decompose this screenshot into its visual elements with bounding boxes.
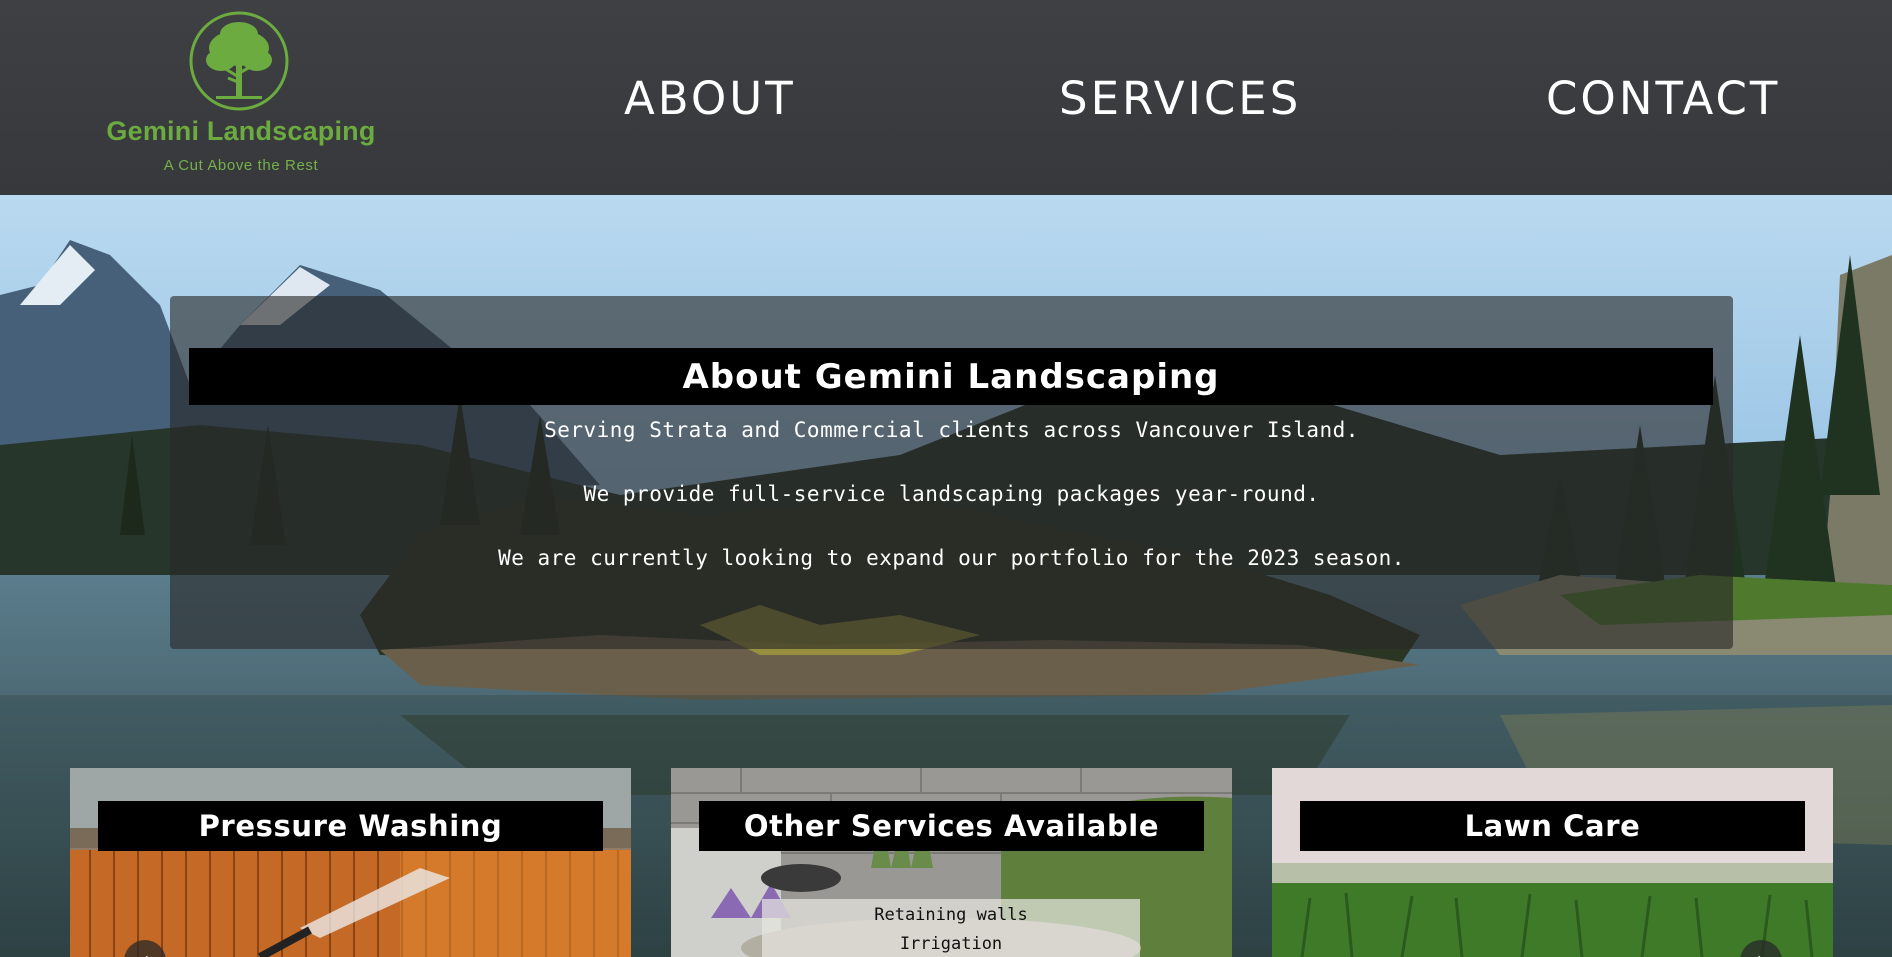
about-line: We are currently looking to expand our p… — [498, 546, 1405, 570]
brand-tagline: A Cut Above the Rest — [163, 157, 319, 174]
service-card-pressure-washing[interactable]: Pressure Washing ‹ — [70, 768, 631, 957]
other-services-list: Retaining walls Irrigation — [762, 899, 1140, 957]
service-card-lawn-care[interactable]: Lawn Care › — [1272, 768, 1833, 957]
nav-about[interactable]: ABOUT — [624, 72, 796, 125]
nav-services[interactable]: SERVICES — [1059, 72, 1301, 125]
about-title-bar: About Gemini Landscaping — [189, 348, 1713, 405]
nav-contact[interactable]: CONTACT — [1546, 72, 1780, 125]
card-title-bar: Lawn Care — [1300, 801, 1805, 851]
card-title-bar: Other Services Available — [699, 801, 1204, 851]
tree-icon — [189, 11, 289, 111]
about-title: About Gemini Landscaping — [682, 356, 1220, 397]
card-title: Pressure Washing — [198, 809, 503, 843]
pressure-washing-image — [70, 768, 631, 957]
about-line: We provide full-service landscaping pack… — [583, 482, 1320, 506]
lawn-care-image — [1272, 768, 1833, 957]
card-title-bar: Pressure Washing — [98, 801, 603, 851]
service-card-other-services[interactable]: Other Services Available Retaining walls… — [671, 768, 1232, 957]
card-title: Lawn Care — [1464, 809, 1641, 843]
site-header: Gemini Landscaping A Cut Above the Rest … — [0, 0, 1892, 195]
about-panel: About Gemini Landscaping Serving Strata … — [170, 296, 1733, 649]
card-title: Other Services Available — [743, 809, 1160, 843]
about-line: Serving Strata and Commercial clients ac… — [544, 418, 1359, 442]
brand-name: Gemini Landscaping — [106, 116, 376, 146]
list-item: Retaining walls — [874, 905, 1028, 925]
logo[interactable]: Gemini Landscaping A Cut Above the Rest — [96, 10, 386, 174]
list-item: Irrigation — [899, 934, 1003, 954]
